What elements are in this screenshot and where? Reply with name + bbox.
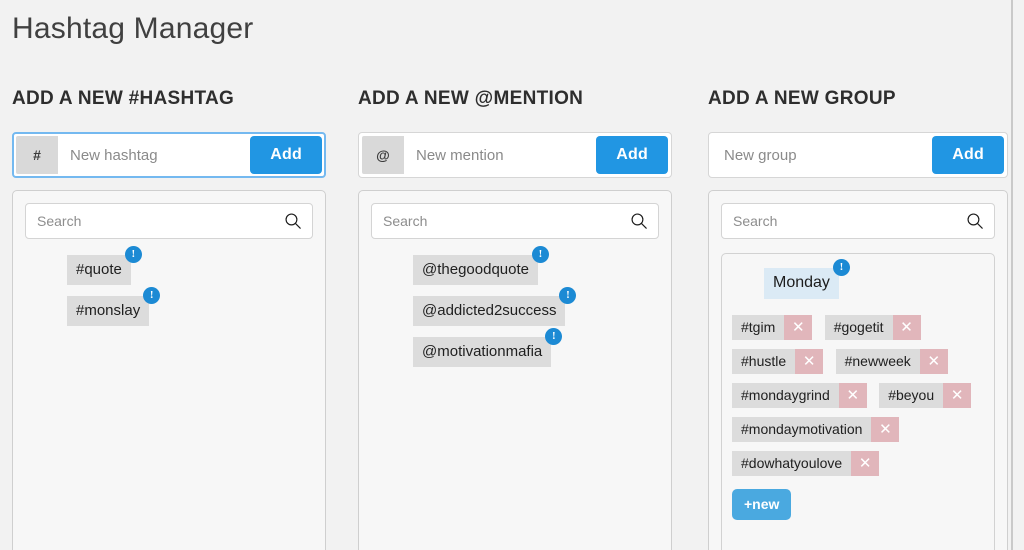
close-icon[interactable]: ✕ [943,383,972,408]
hashtag-search-row[interactable] [25,203,313,239]
info-icon[interactable]: ! [832,259,850,276]
list-item[interactable]: #beyou ✕ [879,383,972,408]
chip-label: @motivationmafia [422,343,543,360]
info-icon[interactable]: ! [124,246,142,263]
group-tag-label: #beyou [879,383,944,408]
close-icon[interactable]: ✕ [919,349,948,374]
group-tag-label: #newweek [835,349,920,374]
group-list-panel: Monday ! #tgim ✕ #gogetit ✕ #hustle ✕ [708,190,1008,550]
column-heading-mention: ADD A NEW @MENTION [358,88,584,109]
add-group-row[interactable]: Add [708,132,1008,178]
info-icon[interactable]: ! [559,287,577,304]
group-tag-list: #tgim ✕ #gogetit ✕ #hustle ✕ #newweek ✕ [732,315,984,485]
mention-search-row[interactable] [371,203,659,239]
group-name[interactable]: Monday ! [764,259,850,299]
list-item[interactable]: #hustle ✕ [732,349,824,374]
add-hashtag-button[interactable]: Add [250,136,322,174]
column-group: ADD A NEW GROUP Add Monday ! [708,88,1008,550]
column-mention: ADD A NEW @MENTION @ Add @thegoodquote ! [358,88,672,550]
new-group-input[interactable] [712,136,933,174]
list-item[interactable]: @thegoodquote ! [413,246,549,285]
add-group-button[interactable]: Add [932,136,1004,174]
list-item[interactable]: @motivationmafia ! [413,328,563,367]
info-icon[interactable]: ! [545,328,563,345]
close-icon[interactable]: ✕ [851,451,880,476]
list-item[interactable]: #quote ! [67,246,142,285]
group-name-label: Monday [773,274,830,291]
chip-label: @thegoodquote [422,261,529,278]
add-mention-row[interactable]: @ Add [358,132,672,178]
list-item[interactable]: #gogetit ✕ [824,315,921,340]
group-search-row[interactable] [721,203,995,239]
group-tag-label: #mondaygrind [732,383,839,408]
list-item[interactable]: #mondaymotivation ✕ [732,417,900,442]
mention-chip-list: @thegoodquote ! @addicted2success ! @mot… [371,246,659,378]
hashtag-prefix-icon: # [16,136,58,174]
list-item[interactable]: #mondaygrind ✕ [732,383,867,408]
mention-search-input[interactable] [372,213,658,229]
list-item[interactable]: @addicted2success ! [413,287,577,326]
close-icon[interactable]: ✕ [838,383,867,408]
new-mention-input[interactable] [404,136,597,174]
list-item[interactable]: #monslay ! [67,287,161,326]
hashtag-list-panel: #quote ! #monslay ! [12,190,326,550]
chip-label: @addicted2success [422,302,557,319]
group-tag-label: #mondaymotivation [732,417,872,442]
page-right-edge [1011,0,1013,550]
chip-label: #quote [76,261,122,278]
column-hashtag: ADD A NEW #HASHTAG # Add #quote ! [12,88,326,550]
close-icon[interactable]: ✕ [892,315,921,340]
hashtag-chip-list: #quote ! #monslay ! [25,246,313,337]
page-title: Hashtag Manager [12,12,254,45]
search-icon[interactable] [630,212,648,230]
group-tag-label: #tgim [732,315,785,340]
close-icon[interactable]: ✕ [784,315,813,340]
list-item[interactable]: #newweek ✕ [835,349,948,374]
hashtag-search-input[interactable] [26,213,312,229]
list-item[interactable]: #dowhatyoulove ✕ [732,451,880,476]
add-mention-button[interactable]: Add [596,136,668,174]
close-icon[interactable]: ✕ [871,417,900,442]
group-card-monday: Monday ! #tgim ✕ #gogetit ✕ #hustle ✕ #n… [721,253,995,550]
group-search-input[interactable] [722,213,994,229]
mention-prefix-icon: @ [362,136,404,174]
group-tag-label: #hustle [732,349,796,374]
group-tag-label: #dowhatyoulove [732,451,852,476]
mention-list-panel: @thegoodquote ! @addicted2success ! @mot… [358,190,672,550]
group-tag-label: #gogetit [824,315,893,340]
new-hashtag-input[interactable] [58,136,251,174]
info-icon[interactable]: ! [143,287,161,304]
add-new-tag-button[interactable]: +new [732,489,792,520]
close-icon[interactable]: ✕ [795,349,824,374]
column-heading-group: ADD A NEW GROUP [708,88,896,109]
list-item[interactable]: #tgim ✕ [732,315,813,340]
add-hashtag-row[interactable]: # Add [12,132,326,178]
search-icon[interactable] [966,212,984,230]
info-icon[interactable]: ! [532,246,549,263]
chip-label: #monslay [76,302,141,319]
column-heading-hashtag: ADD A NEW #HASHTAG [12,88,235,109]
search-icon[interactable] [284,212,302,230]
